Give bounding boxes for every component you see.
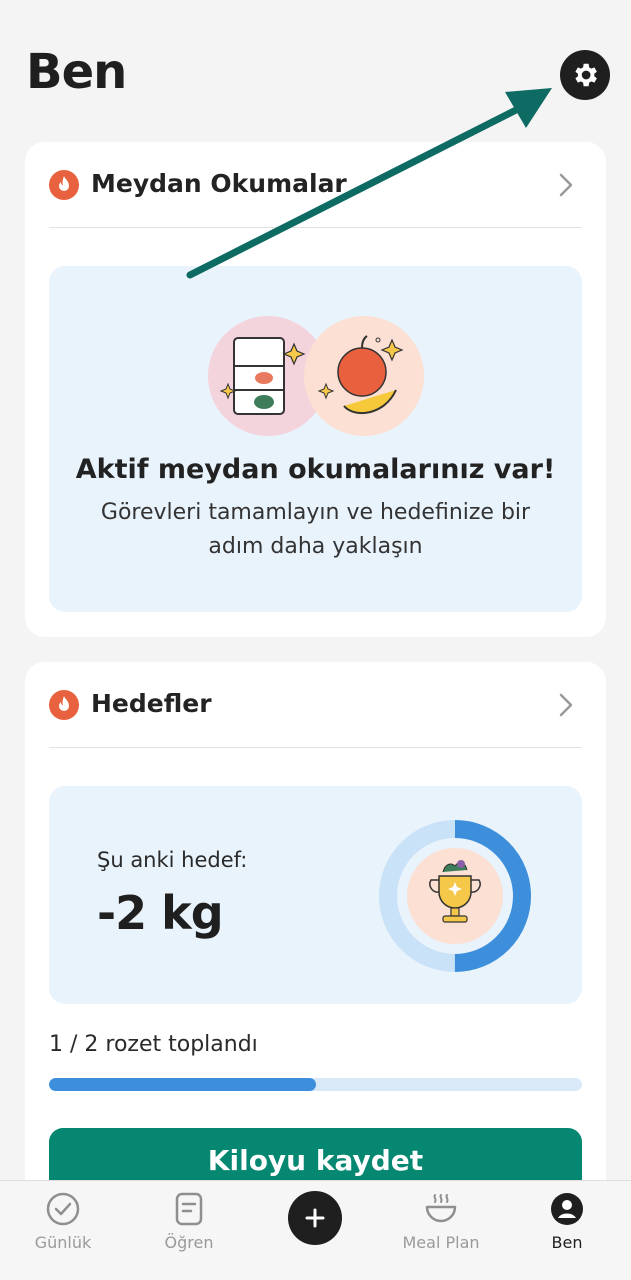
challenges-subtitle: Görevleri tamamlayın ve hedefinize bir a… [100,500,531,559]
add-button[interactable] [288,1191,342,1245]
nav-label: Öğren [164,1233,214,1252]
nav-item-me[interactable]: Ben [517,1181,617,1280]
current-goal-label: Şu anki hedef: [97,848,248,872]
badge-progress-fill [49,1078,316,1091]
bowl-icon [423,1191,459,1227]
goals-card[interactable]: Hedefler Şu anki hedef: -2 kg 1 / 2 roze… [25,662,606,1222]
profile-icon [549,1191,585,1227]
challenges-header[interactable]: Meydan Okumalar [49,164,582,228]
flame-icon [49,170,79,200]
challenges-title: Meydan Okumalar [91,169,347,198]
goal-progress-ring [379,820,531,972]
badge-count-text: 1 / 2 rozet toplandı [49,1032,258,1057]
flame-icon [49,690,79,720]
check-circle-icon [45,1191,81,1227]
challenges-heading: Aktif meydan okumalarınız var! [75,454,556,485]
bottom-nav: Günlük Öğren Meal Plan Ben [0,1180,631,1280]
settings-button[interactable] [560,50,610,100]
chevron-right-icon[interactable] [558,692,574,718]
nav-item-learn[interactable]: Öğren [139,1181,239,1280]
nav-item-meal-plan[interactable]: Meal Plan [391,1181,491,1280]
nav-item-daily[interactable]: Günlük [13,1181,113,1280]
challenges-panel[interactable]: Aktif meydan okumalarınız var! Görevleri… [49,266,582,612]
challenges-card[interactable]: Meydan Okumalar Aktif meydan okumalarını… [25,142,606,637]
goal-panel[interactable]: Şu anki hedef: -2 kg [49,786,582,1004]
chevron-right-icon[interactable] [558,172,574,198]
goals-header[interactable]: Hedefler [49,684,582,748]
current-goal-value: -2 kg [97,886,224,940]
page-title: Ben [26,44,127,100]
nav-label: Ben [551,1233,583,1252]
gear-icon [575,63,597,87]
badge-progress-bar [49,1078,582,1091]
nav-label: Meal Plan [402,1233,480,1252]
nav-label: Günlük [34,1233,92,1252]
fridge-fruit-illustration [208,316,424,436]
plus-icon [305,1208,325,1228]
document-icon [171,1191,207,1227]
goals-title: Hedefler [91,689,212,718]
